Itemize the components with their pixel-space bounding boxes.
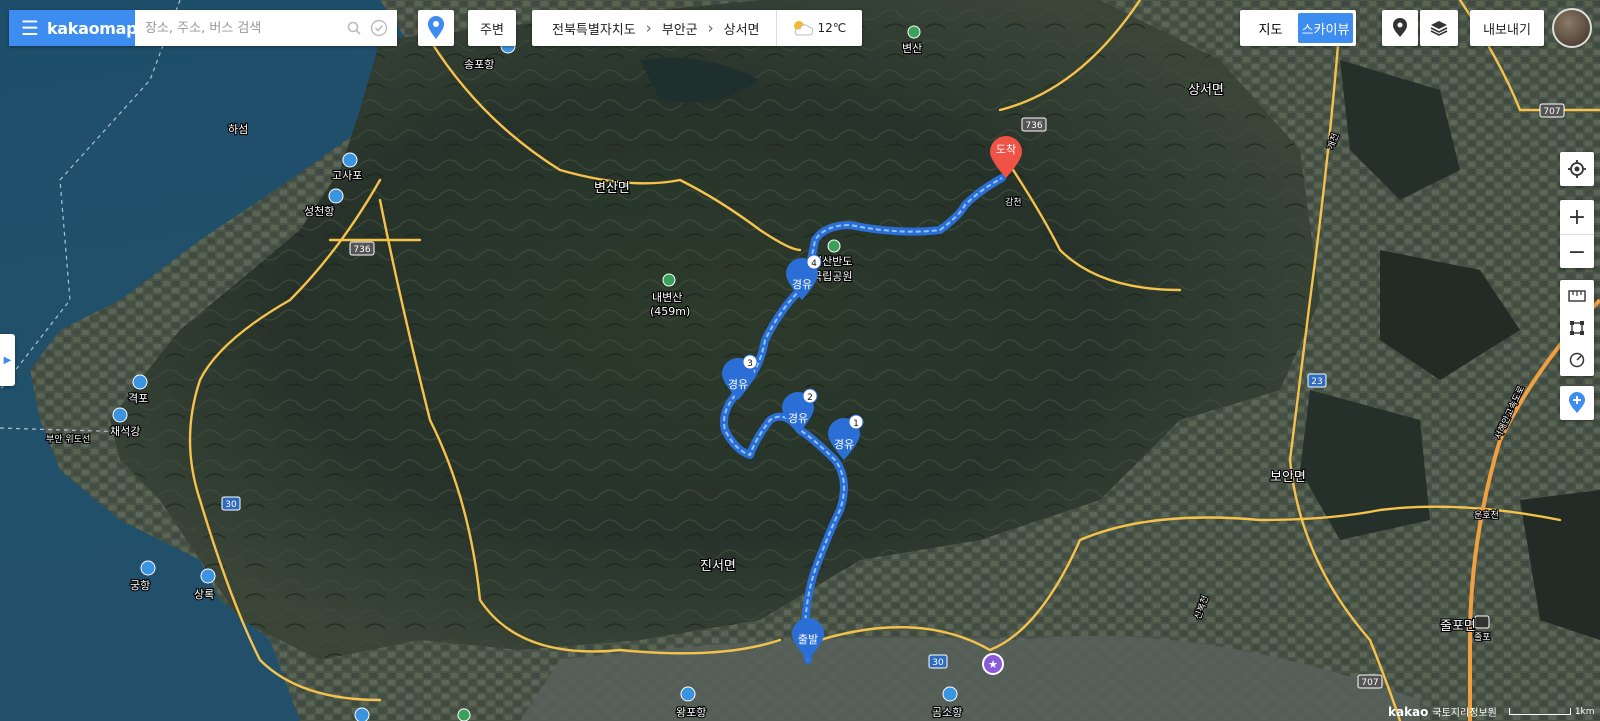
user-avatar[interactable] <box>1552 8 1592 48</box>
location-pin-icon <box>428 16 444 39</box>
label-jinseo: 진서면 <box>700 559 736 574</box>
ruler-button[interactable] <box>1560 280 1594 312</box>
chevron-right-icon: › <box>645 19 652 37</box>
map-type-map-button[interactable]: 지도 <box>1243 13 1298 43</box>
label-gosapo: 고사포 <box>332 169 362 182</box>
breadcrumb-county[interactable]: 부안군 <box>662 19 698 38</box>
chevron-right-icon: ▶ <box>3 354 12 366</box>
label-gamcheon: 감천 <box>1005 196 1022 208</box>
label-sangseo: 상서면 <box>1188 83 1224 98</box>
svg-text:1: 1 <box>853 419 859 429</box>
svg-text:2: 2 <box>807 393 813 403</box>
weather-widget[interactable]: 12℃ <box>775 10 847 46</box>
layers-button[interactable] <box>1420 10 1458 46</box>
svg-text:경유: 경유 <box>792 278 812 291</box>
label-naebyeonsan-height: (459m) <box>650 305 690 318</box>
my-location-pin-button[interactable] <box>418 10 454 46</box>
zoom-in-button[interactable]: + <box>1560 200 1594 234</box>
area-icon <box>1570 321 1584 335</box>
svg-text:707: 707 <box>1543 107 1560 117</box>
zoom-out-button[interactable]: − <box>1560 234 1594 269</box>
breadcrumb: 전북특별자치도 › 부안군 › 상서면 12℃ <box>532 10 862 46</box>
zoom-controls: + − <box>1560 200 1594 268</box>
label-chaeseokgang: 채석강 <box>110 425 140 438</box>
svg-text:736: 736 <box>353 245 370 255</box>
label-byeonsan: 변산 <box>902 42 922 55</box>
kakao-credit: kakao <box>1388 704 1429 719</box>
label-julpo-myeon: 줄포면 <box>1440 619 1476 634</box>
label-haseom: 하섬 <box>228 122 248 136</box>
source-credit: 국토지리정보원 <box>1432 708 1497 719</box>
svg-text:출발: 출발 <box>798 633 818 646</box>
chevron-right-icon: › <box>707 19 714 37</box>
svg-text:707: 707 <box>1361 678 1378 688</box>
breadcrumb-province[interactable]: 전북특별자치도 <box>552 19 636 38</box>
export-button[interactable]: 내보내기 <box>1470 10 1544 46</box>
scale-bar <box>1508 708 1571 715</box>
satellite-map[interactable]: 736 736 707 707 23 30 30 ★ 송포항 하섬 고사포 성천… <box>0 0 1600 721</box>
map-type-skyview-button[interactable]: 스카이뷰 <box>1298 13 1353 43</box>
svg-text:4: 4 <box>811 259 817 269</box>
breadcrumb-township[interactable]: 상서면 <box>724 19 760 38</box>
route-check-icon[interactable] <box>361 10 397 46</box>
label-boan: 보안면 <box>1270 470 1306 485</box>
crosshair-icon <box>1568 160 1586 178</box>
map-credit: kakao 국토지리정보원 1km <box>1388 704 1595 720</box>
area-button[interactable] <box>1560 312 1594 344</box>
label-gunghang: 궁항 <box>130 579 150 592</box>
scale-label: 1km <box>1574 706 1595 717</box>
label-gomso: 곰소항 <box>932 706 962 719</box>
label-wangpo: 왕포항 <box>676 706 706 719</box>
svg-text:★: ★ <box>988 658 998 671</box>
label-seongcheon: 성천항 <box>304 204 334 218</box>
search-icon[interactable] <box>345 10 362 46</box>
add-pin-icon <box>1569 392 1585 413</box>
svg-text:736: 736 <box>1025 121 1042 131</box>
menu-button[interactable]: ☰ kakaomap <box>9 10 138 46</box>
label-buan-wido: 부안 위도선 <box>46 434 90 445</box>
nearby-button[interactable]: 주변 <box>468 10 516 46</box>
radius-icon <box>1569 352 1585 368</box>
current-location-button[interactable] <box>1560 152 1594 186</box>
label-gyeongpo: 격포 <box>128 392 148 405</box>
hamburger-icon: ☰ <box>21 16 39 40</box>
label-byeonsan-myeon: 변산면 <box>594 181 630 196</box>
svg-text:30: 30 <box>932 658 944 668</box>
add-place-button[interactable] <box>1560 386 1594 420</box>
map-type-toggle: 지도 스카이뷰 <box>1240 10 1356 46</box>
measure-tools <box>1560 280 1594 376</box>
label-songpo: 송포항 <box>464 58 494 71</box>
label-julpo-ic: 줄포 <box>1474 632 1491 643</box>
label-park2: 국립공원 <box>812 270 852 283</box>
label-unhocheon: 운호천 <box>1474 510 1499 521</box>
svg-text:3: 3 <box>747 359 753 369</box>
label-sangnok: 상록 <box>194 588 214 601</box>
svg-text:경유: 경유 <box>728 378 748 391</box>
svg-text:경유: 경유 <box>788 412 808 425</box>
search-input[interactable] <box>135 10 346 46</box>
weather-temperature: 12℃ <box>817 21 847 35</box>
ic-icon <box>1474 615 1490 629</box>
radius-button[interactable] <box>1560 344 1594 376</box>
app-logo: kakaomap <box>46 18 138 38</box>
label-naebyeonsan: 내변산 <box>652 291 682 304</box>
svg-text:23: 23 <box>1311 377 1322 387</box>
layers-icon <box>1430 21 1448 36</box>
roadview-button[interactable] <box>1382 10 1418 46</box>
side-panel-toggle[interactable]: ▶ <box>0 334 15 386</box>
svg-text:30: 30 <box>225 500 237 510</box>
svg-text:도착: 도착 <box>996 143 1016 156</box>
svg-text:경유: 경유 <box>834 438 854 451</box>
roadview-pin-icon <box>1393 18 1407 37</box>
partly-cloudy-icon <box>793 21 813 36</box>
ruler-icon <box>1568 290 1586 302</box>
search-bar: ☰ kakaomap <box>9 10 397 46</box>
